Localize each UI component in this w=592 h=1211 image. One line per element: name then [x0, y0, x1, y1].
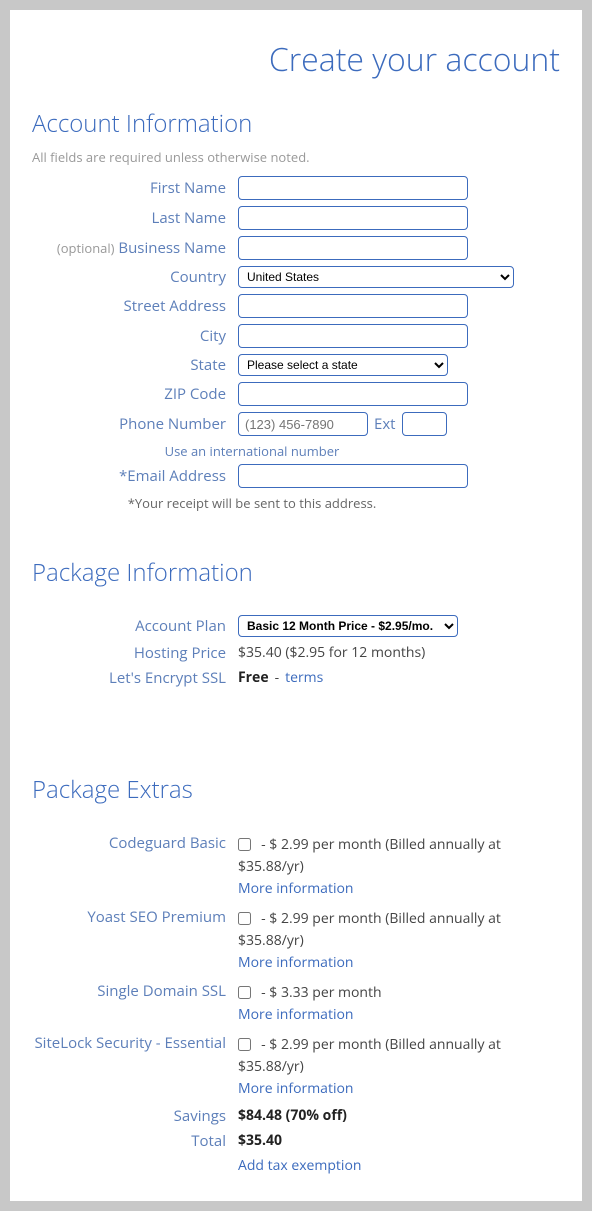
- ext-input[interactable]: [402, 412, 447, 436]
- ssl-sep: -: [275, 668, 280, 687]
- codeguard-price: - $ 2.99 per month (Billed annually at $…: [238, 835, 501, 876]
- email-label: *Email Address: [32, 467, 238, 485]
- first-name-input[interactable]: [238, 176, 468, 200]
- country-label: Country: [32, 268, 238, 286]
- business-name-input[interactable]: [238, 236, 468, 260]
- required-note: All fields are required unless otherwise…: [32, 148, 560, 166]
- package-info-heading: Package Information: [32, 556, 560, 589]
- receipt-note: *Your receipt will be sent to this addre…: [32, 494, 472, 512]
- savings-label: Savings: [32, 1107, 238, 1125]
- codeguard-checkbox[interactable]: [238, 838, 251, 851]
- sitelock-price: - $ 2.99 per month (Billed annually at $…: [238, 1035, 501, 1076]
- yoast-checkbox[interactable]: [238, 912, 251, 925]
- first-name-label: First Name: [32, 179, 238, 197]
- city-input[interactable]: [238, 324, 468, 348]
- street-label: Street Address: [32, 297, 238, 315]
- savings-value: $84.48 (70% off): [238, 1106, 347, 1125]
- codeguard-label: Codeguard Basic: [32, 832, 238, 904]
- last-name-label: Last Name: [32, 209, 238, 227]
- country-select[interactable]: United States: [238, 266, 514, 288]
- total-label: Total: [32, 1132, 238, 1150]
- city-label: City: [32, 327, 238, 345]
- sitelock-checkbox[interactable]: [238, 1038, 251, 1051]
- tax-exemption-link[interactable]: Add tax exemption: [238, 1156, 361, 1175]
- street-input[interactable]: [238, 294, 468, 318]
- state-label: State: [32, 356, 238, 374]
- zip-input[interactable]: [238, 382, 468, 406]
- account-info-heading: Account Information: [32, 107, 560, 140]
- account-plan-select[interactable]: Basic 12 Month Price - $2.95/mo.: [238, 615, 458, 637]
- package-extras-heading: Package Extras: [32, 773, 560, 806]
- yoast-price: - $ 2.99 per month (Billed annually at $…: [238, 909, 501, 950]
- ssl-label: Let's Encrypt SSL: [32, 669, 238, 687]
- yoast-label: Yoast SEO Premium: [32, 906, 238, 978]
- intl-number-link[interactable]: Use an international number: [32, 442, 472, 460]
- business-name-label: Business Name: [118, 238, 226, 258]
- sitelock-label: SiteLock Security - Essential: [32, 1032, 238, 1104]
- yoast-more-link[interactable]: More information: [238, 953, 353, 972]
- last-name-input[interactable]: [238, 206, 468, 230]
- single-ssl-checkbox[interactable]: [238, 986, 251, 999]
- hosting-price-label: Hosting Price: [32, 644, 238, 662]
- email-input[interactable]: [238, 464, 468, 488]
- ssl-terms-link[interactable]: terms: [285, 668, 323, 687]
- sitelock-more-link[interactable]: More information: [238, 1079, 353, 1098]
- phone-label: Phone Number: [32, 415, 238, 433]
- account-plan-label: Account Plan: [32, 617, 238, 635]
- single-ssl-more-link[interactable]: More information: [238, 1005, 353, 1024]
- optional-tag: (optional): [57, 239, 115, 257]
- hosting-price-value: $35.40 ($2.95 for 12 months): [238, 643, 425, 662]
- codeguard-more-link[interactable]: More information: [238, 879, 353, 898]
- single-ssl-price: - $ 3.33 per month: [261, 983, 381, 1002]
- phone-input[interactable]: [238, 412, 368, 436]
- single-ssl-label: Single Domain SSL: [32, 980, 238, 1030]
- state-select[interactable]: Please select a state: [238, 354, 448, 376]
- ext-label: Ext: [374, 414, 396, 434]
- ssl-free-value: Free: [238, 668, 269, 687]
- total-value: $35.40: [238, 1131, 282, 1150]
- zip-label: ZIP Code: [32, 385, 238, 403]
- page-title: Create your account: [32, 38, 560, 81]
